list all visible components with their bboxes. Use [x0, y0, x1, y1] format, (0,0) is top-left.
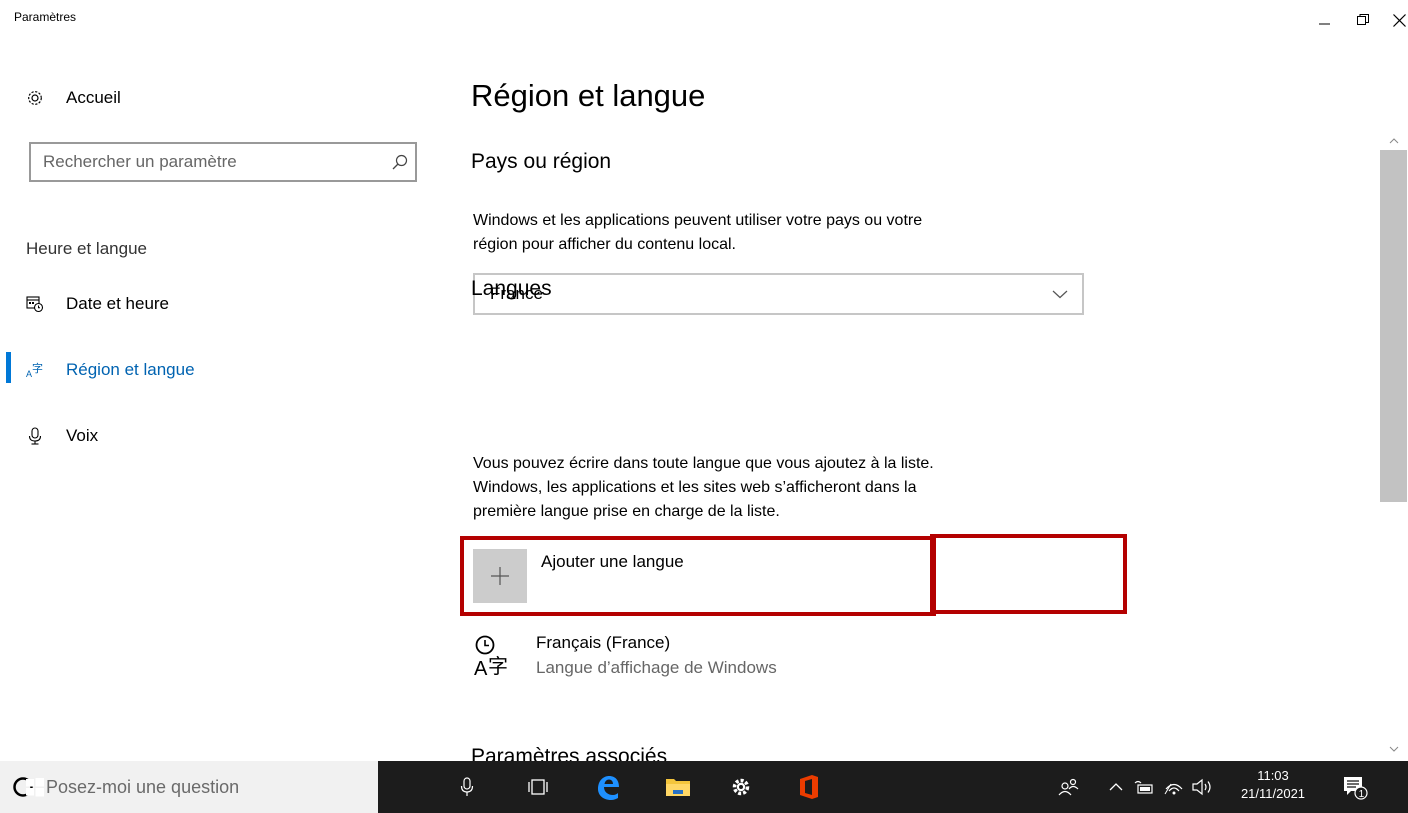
window-title: Paramètres — [14, 10, 77, 24]
close-button[interactable] — [1376, 0, 1408, 40]
battery-plug-icon — [1134, 780, 1153, 794]
highlight-box — [460, 536, 936, 616]
language-list-item[interactable]: A 字 Français (France) Langue d’affichage… — [472, 633, 777, 679]
office-icon — [800, 775, 818, 799]
title-bar: Paramètres — [0, 0, 1408, 40]
minimize-icon — [1319, 23, 1330, 25]
chevron-up-icon — [1109, 783, 1123, 791]
gear-icon — [28, 91, 42, 105]
home-label: Accueil — [66, 88, 121, 107]
display-language-icon: A 字 — [474, 635, 508, 679]
language-name: Français (France) — [536, 633, 671, 652]
folder-icon — [666, 779, 690, 796]
home-link[interactable]: Accueil — [26, 86, 121, 110]
languages-description-line: Vous pouvez écrire dans toute langue que… — [473, 455, 934, 472]
country-dropdown[interactable]: France — [473, 273, 1084, 315]
sidebar-item-date-time[interactable]: Date et heure — [26, 290, 169, 318]
gear-icon — [732, 778, 750, 796]
sidebar-item-label: Date et heure — [66, 294, 170, 313]
page-title: Région et langue — [471, 78, 706, 113]
wifi-icon — [1164, 783, 1183, 795]
active-indicator — [6, 352, 11, 383]
scrollbar-thumb[interactable] — [1380, 150, 1407, 502]
volume-button[interactable] — [1188, 761, 1218, 813]
microphone-icon — [460, 777, 474, 796]
languages-description-line: première langue prise en charge de la li… — [473, 503, 780, 520]
scroll-down-icon[interactable] — [1382, 740, 1406, 758]
edge-taskbar-button[interactable] — [585, 761, 631, 813]
calendar-clock-icon — [26, 296, 44, 313]
region-language-icon: A 字 — [26, 361, 43, 379]
svg-text:字: 字 — [488, 654, 508, 678]
voice-search-button[interactable] — [448, 761, 486, 813]
sidebar-section-title: Heure et langue — [26, 239, 147, 258]
country-description-line: région pour afficher du contenu local. — [473, 236, 736, 253]
country-heading: Pays ou région — [471, 150, 612, 173]
file-explorer-taskbar-button[interactable] — [655, 761, 701, 813]
language-texts: Français (France) Langue d’affichage de … — [536, 633, 777, 678]
people-button[interactable] — [1052, 761, 1086, 813]
edge-icon — [598, 776, 619, 800]
chevron-down-icon — [1052, 290, 1068, 299]
people-icon — [1058, 778, 1079, 796]
settings-search-input[interactable] — [41, 151, 385, 173]
svg-text:字: 字 — [32, 361, 43, 375]
settings-taskbar-button[interactable] — [718, 761, 764, 813]
task-view-icon — [528, 779, 548, 795]
related-settings-heading: Paramètres associés — [471, 745, 668, 761]
clock-time: 11:03 — [1257, 768, 1289, 783]
wifi-button[interactable] — [1160, 761, 1188, 813]
taskbar-search-input[interactable] — [44, 775, 348, 799]
task-view-button[interactable] — [515, 761, 561, 813]
battery-button[interactable] — [1130, 761, 1158, 813]
clock-date: 21/11/2021 — [1240, 786, 1306, 801]
scroll-up-icon[interactable] — [1382, 132, 1406, 150]
sidebar-item-region-language[interactable]: A 字 Région et langue — [26, 356, 195, 384]
sidebar-item-label: Voix — [66, 426, 99, 445]
close-icon — [1392, 13, 1406, 27]
highlight-box — [930, 534, 1127, 614]
sidebar-item-voice[interactable]: Voix — [26, 422, 98, 450]
country-description: Windows et les applications peuvent util… — [473, 209, 922, 257]
country-description-line: Windows et les applications peuvent util… — [473, 212, 923, 229]
svg-text:A: A — [474, 658, 488, 679]
notification-icon: 1 — [1344, 777, 1368, 800]
taskbar: 11:03 21/11/2021 1 — [0, 761, 1408, 813]
settings-search-box[interactable] — [29, 142, 417, 182]
office-taskbar-button[interactable] — [786, 761, 832, 813]
microphone-icon — [28, 427, 42, 445]
language-subtitle: Langue d’affichage de Windows — [536, 658, 777, 677]
show-hidden-icons-button[interactable] — [1102, 761, 1130, 813]
windows-logo-icon — [26, 778, 44, 797]
notification-count: 1 — [1359, 789, 1365, 800]
action-center-button[interactable]: 1 — [1330, 761, 1380, 813]
speaker-icon — [1192, 778, 1211, 796]
search-icon[interactable] — [385, 154, 415, 170]
sidebar-item-label: Région et langue — [66, 360, 195, 379]
start-button[interactable] — [0, 761, 70, 813]
taskbar-clock[interactable]: 11:03 21/11/2021 — [1236, 767, 1310, 803]
languages-description-line: Windows, les applications et les sites w… — [473, 479, 917, 496]
languages-description: Vous pouvez écrire dans toute langue que… — [473, 452, 934, 524]
restore-icon — [1357, 14, 1369, 25]
languages-heading: Langues — [471, 277, 552, 300]
